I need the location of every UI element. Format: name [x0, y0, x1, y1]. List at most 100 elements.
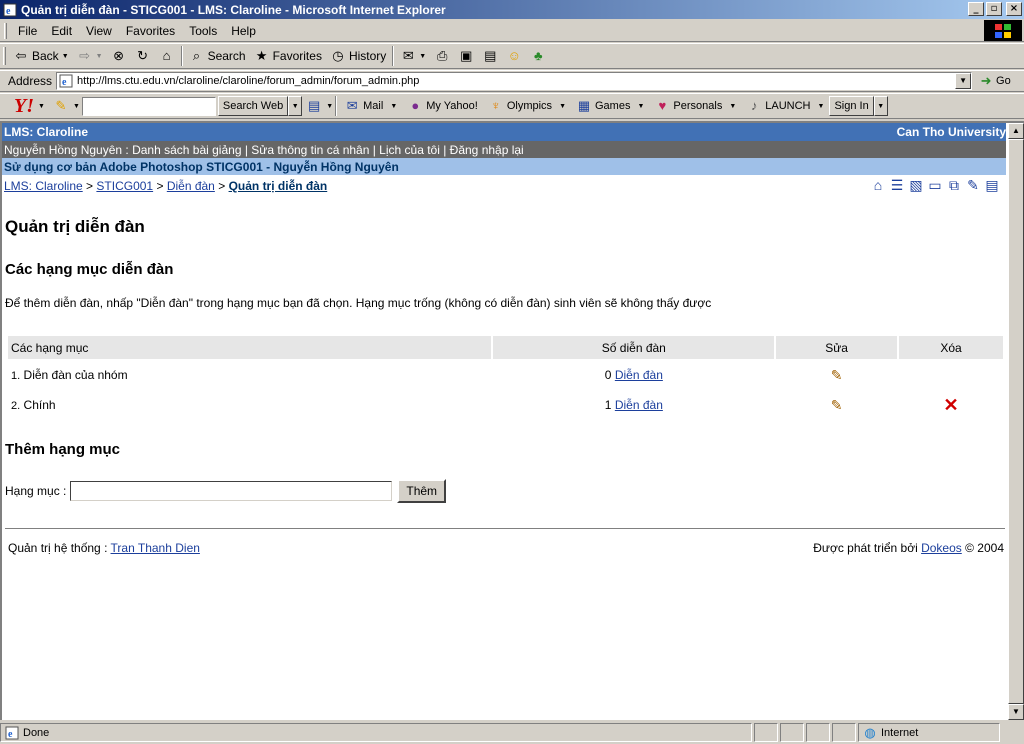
- yahoo-search-dropdown-icon[interactable]: ▼: [288, 96, 303, 116]
- fullscreen-button[interactable]: ▣: [454, 45, 478, 67]
- user-links-bar[interactable]: Nguyễn Hồng Nguyên : Danh sách bài giảng…: [2, 141, 1006, 158]
- chevron-down-icon[interactable]: ▼: [637, 103, 644, 110]
- header-edit: Sửa: [776, 336, 898, 359]
- stop-button[interactable]: ⊗: [107, 45, 131, 67]
- admin-link[interactable]: Tran Thanh Dien: [111, 541, 200, 555]
- forum-link[interactable]: Diễn đàn: [615, 398, 663, 412]
- menu-file[interactable]: File: [11, 24, 44, 38]
- scroll-up-icon[interactable]: ▲: [1008, 123, 1024, 139]
- address-input[interactable]: e http://lms.ctu.edu.vn/claroline/clarol…: [56, 72, 973, 90]
- breadcrumb-forum[interactable]: Diễn đàn: [167, 179, 215, 193]
- institution-name[interactable]: Can Tho University: [897, 125, 1006, 139]
- home-icon[interactable]: ⌂: [870, 177, 886, 193]
- site-name[interactable]: LMS: Claroline: [4, 125, 88, 139]
- document-edit-icon[interactable]: ▤: [984, 177, 1000, 193]
- mail-button[interactable]: ✉ ▼: [396, 45, 430, 67]
- sign-in-dropdown-icon[interactable]: ▼: [873, 96, 888, 116]
- forum-link[interactable]: Diễn đàn: [615, 368, 663, 382]
- status-text: Done: [23, 726, 50, 739]
- back-button[interactable]: ⇦ Back ▼: [9, 45, 73, 67]
- minimize-button[interactable]: _: [968, 2, 984, 16]
- yahoo-mail-button[interactable]: ✉ Mail ▼: [339, 98, 402, 114]
- forum-count: 0: [604, 368, 612, 382]
- close-button[interactable]: ×: [1006, 2, 1022, 16]
- chevron-down-icon[interactable]: ▼: [73, 103, 80, 110]
- header-categories: Các hạng mục: [8, 336, 492, 359]
- vertical-scrollbar[interactable]: ▲ ▼: [1008, 123, 1024, 720]
- breadcrumb-course[interactable]: STICG001: [96, 179, 153, 193]
- chevron-down-icon[interactable]: ▼: [818, 103, 825, 110]
- layout-icon[interactable]: ▤: [306, 98, 322, 114]
- menu-tools[interactable]: Tools: [182, 24, 224, 38]
- chevron-down-icon[interactable]: ▼: [96, 53, 103, 60]
- highlighter-icon[interactable]: ✎: [53, 98, 69, 114]
- yahoo-my-yahoo-button[interactable]: ● My Yahoo!: [402, 98, 483, 114]
- launch-icon: ♪: [751, 98, 758, 113]
- folder-icon[interactable]: ▭: [927, 177, 943, 193]
- category-input[interactable]: [70, 481, 393, 501]
- yahoo-logo[interactable]: Y!: [14, 95, 34, 118]
- back-label: Back: [32, 49, 59, 63]
- chevron-down-icon[interactable]: ▼: [38, 103, 45, 110]
- notepad-icon: ▤: [484, 48, 497, 63]
- home-button[interactable]: ⌂: [155, 45, 179, 67]
- yahoo-launch-button[interactable]: ♪ LAUNCH ▼: [741, 98, 829, 114]
- windows-icon[interactable]: ⧉: [946, 177, 962, 193]
- web-page: LMS: Claroline Can Tho University Nguyễn…: [2, 123, 1006, 720]
- yahoo-games-button[interactable]: ▦ Games ▼: [571, 98, 649, 114]
- chevron-down-icon[interactable]: ▼: [390, 103, 397, 110]
- scroll-thumb[interactable]: [1008, 139, 1024, 704]
- history-button[interactable]: ◷ History: [326, 45, 390, 67]
- go-button[interactable]: ➜ Go: [978, 73, 1011, 89]
- addon-button[interactable]: ♣: [526, 45, 550, 67]
- refresh-button[interactable]: ↻: [131, 45, 155, 67]
- menu-help[interactable]: Help: [224, 24, 263, 38]
- svg-text:e: e: [8, 729, 13, 740]
- dokeos-link[interactable]: Dokeos: [921, 541, 962, 555]
- messenger-button[interactable]: ☺: [502, 45, 526, 67]
- page-icon: e: [4, 725, 20, 741]
- chevron-down-icon[interactable]: ▼: [62, 53, 69, 60]
- zone-text: Internet: [881, 726, 919, 739]
- yahoo-sign-in-button[interactable]: Sign In: [829, 96, 874, 116]
- chevron-down-icon[interactable]: ▼: [326, 103, 333, 110]
- window-title-bar: e Quản trị diễn đàn - STICG001 - LMS: Cl…: [0, 0, 1024, 19]
- course-title[interactable]: Sử dụng cơ bản Adobe Photoshop STICG001 …: [2, 158, 1006, 175]
- print-button[interactable]: ⎙: [430, 45, 454, 67]
- search-icon: ⌕: [192, 48, 201, 63]
- menu-edit[interactable]: Edit: [44, 24, 79, 38]
- chevron-down-icon[interactable]: ▼: [559, 103, 566, 110]
- forward-button[interactable]: ⇨ ▼: [73, 45, 107, 67]
- favorites-button[interactable]: ★ Favorites: [250, 45, 326, 67]
- pencil-icon[interactable]: ✎: [831, 397, 843, 413]
- scroll-down-icon[interactable]: ▼: [1008, 704, 1024, 720]
- window-title: Quản trị diễn đàn - STICG001 - LMS: Clar…: [21, 2, 446, 17]
- yahoo-olympics-button[interactable]: ♆ Olympics ▼: [483, 98, 571, 114]
- help-icon[interactable]: ▧: [908, 177, 924, 193]
- yahoo-search-input[interactable]: [81, 96, 216, 116]
- list-icon[interactable]: ☰: [889, 177, 905, 193]
- delete-x-icon[interactable]: ✕: [943, 395, 958, 415]
- maximize-button[interactable]: ▫: [986, 2, 1002, 16]
- address-url: http://lms.ctu.edu.vn/claroline/clarolin…: [77, 75, 420, 87]
- pencil-icon[interactable]: ✎: [831, 367, 843, 383]
- status-text-cell: e Done: [0, 723, 752, 742]
- yahoo-search-web-button[interactable]: Search Web: [217, 96, 289, 116]
- address-dropdown-icon[interactable]: ▼: [955, 73, 972, 89]
- chevron-down-icon[interactable]: ▼: [729, 103, 736, 110]
- menu-favorites[interactable]: Favorites: [119, 24, 182, 38]
- breadcrumb-current[interactable]: Quản trị diễn đàn: [229, 179, 328, 193]
- search-button[interactable]: ⌕ Search: [185, 45, 250, 67]
- chevron-down-icon[interactable]: ▼: [419, 53, 426, 60]
- edit-icon[interactable]: ✎: [965, 177, 981, 193]
- breadcrumb-lms[interactable]: LMS: Claroline: [4, 179, 83, 193]
- add-button[interactable]: Thêm: [397, 479, 447, 503]
- header-delete: Xóa: [899, 336, 1003, 359]
- menu-view[interactable]: View: [79, 24, 119, 38]
- yahoo-personals-button[interactable]: ♥ Personals ▼: [649, 98, 741, 114]
- yahoo-my-yahoo-label: My Yahoo!: [426, 100, 478, 112]
- category-name: Chính: [23, 398, 56, 412]
- category-name-cell: 1. Diễn đàn của nhóm: [8, 361, 491, 389]
- edit-button[interactable]: ▤: [478, 45, 502, 67]
- footer-divider: [5, 528, 1005, 529]
